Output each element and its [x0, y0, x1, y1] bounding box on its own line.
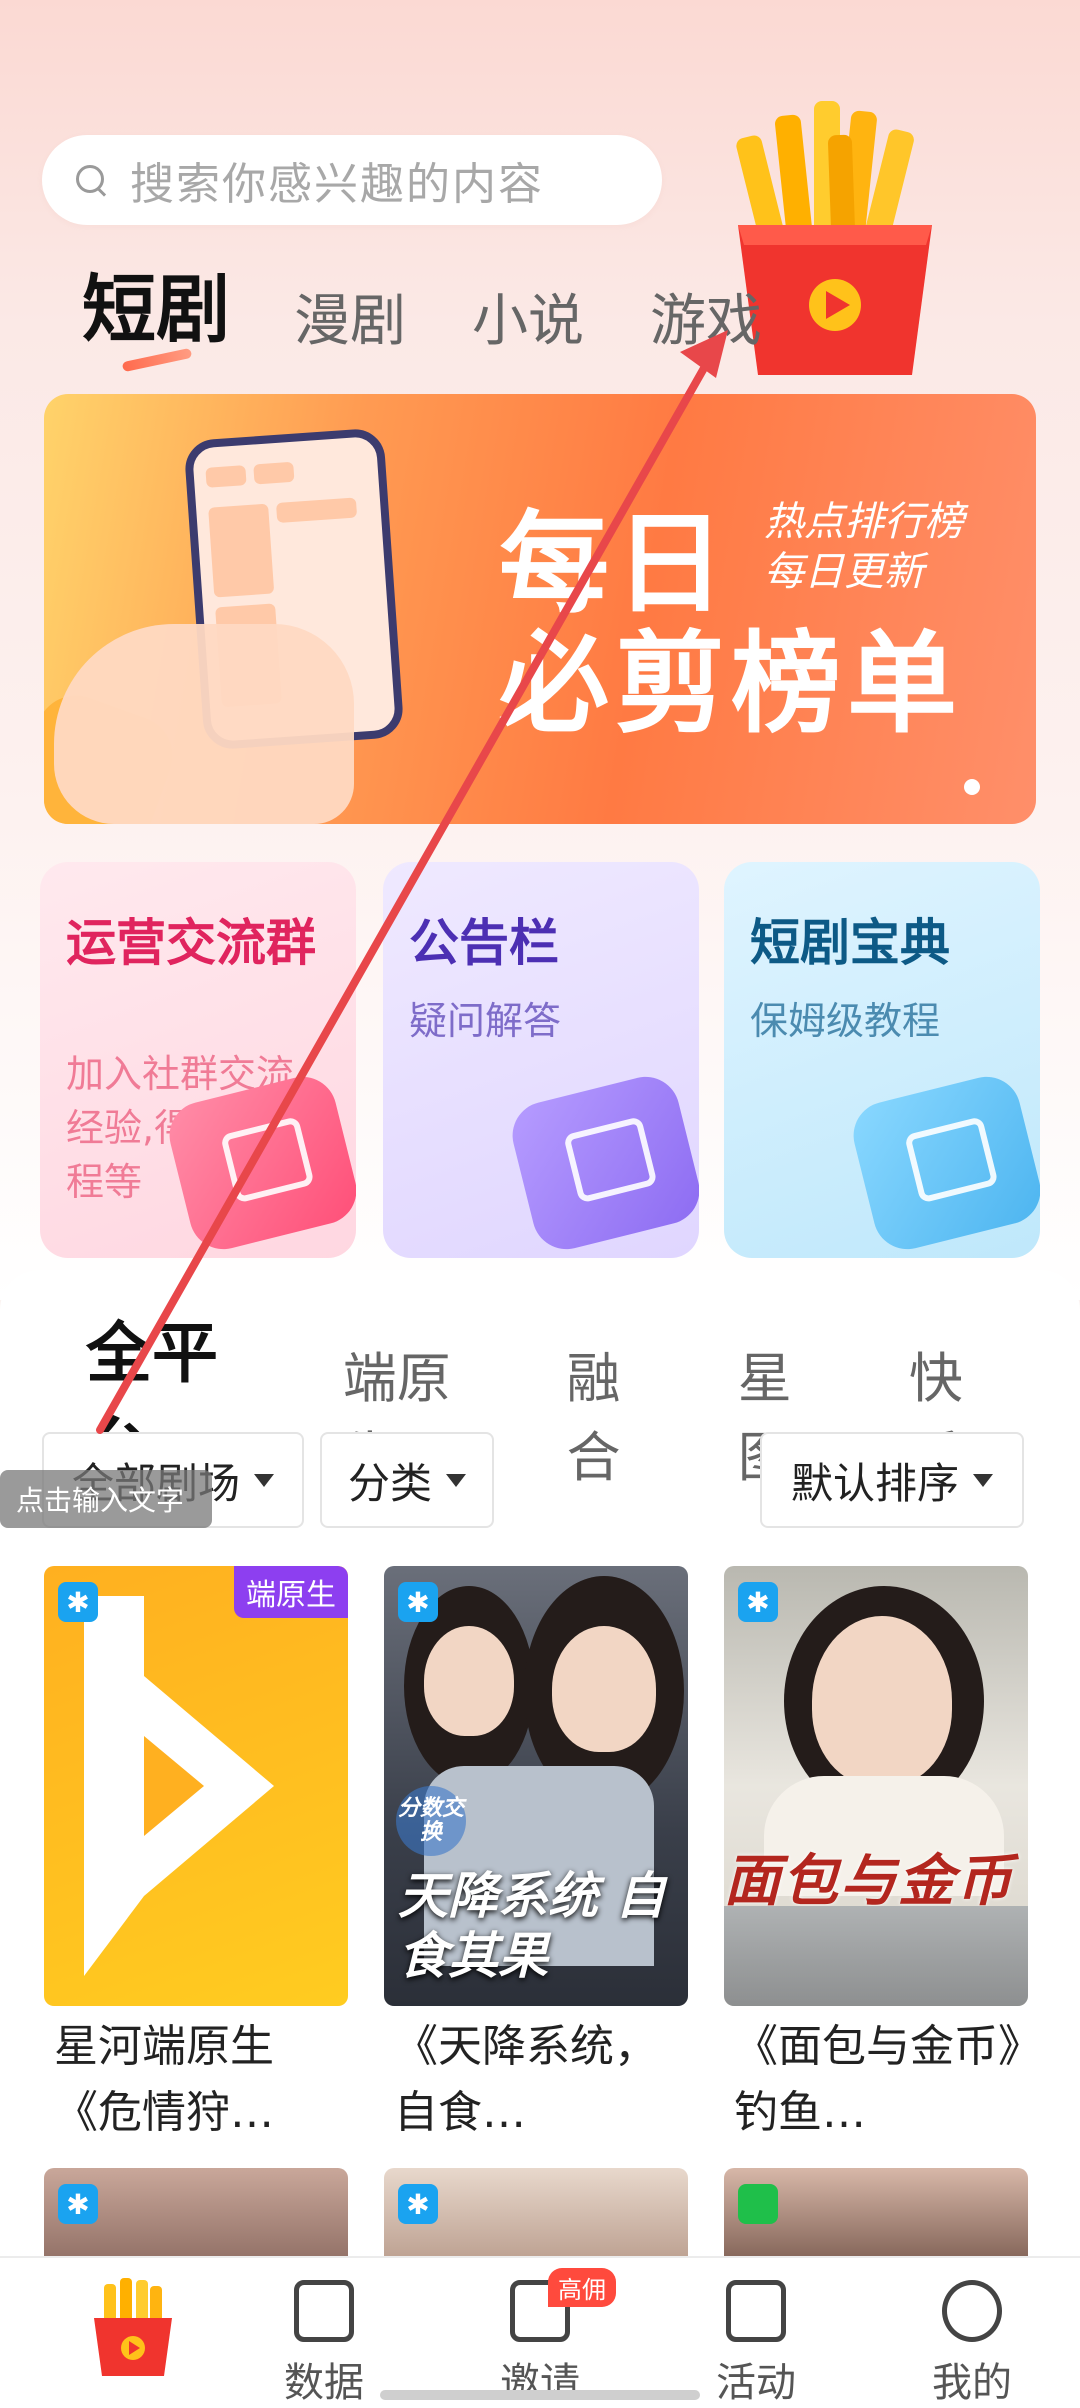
tab-label: 短剧: [82, 267, 230, 353]
card-subtitle: 疑问解答: [409, 999, 562, 1043]
tab-game[interactable]: 游戏: [650, 276, 762, 357]
poster-figure: [812, 1616, 952, 1786]
native-badge: 端原生: [234, 1566, 348, 1618]
nav-item-invite[interactable]: 高佣 邀请: [460, 2258, 620, 2408]
douyin-icon: ✱: [738, 1582, 778, 1622]
poster-figure: [724, 1906, 1028, 2006]
profile-icon: [942, 2280, 1002, 2342]
poster-title-text: 天降系统 自食其果: [398, 1867, 666, 1985]
drama-poster: ✱: [384, 2168, 688, 2268]
sort-dropdown[interactable]: 默认排序: [760, 1432, 1024, 1528]
activity-icon: [726, 2280, 786, 2342]
poster-title-text: 面包与金币: [724, 1849, 1014, 1914]
card-title: 公告栏: [409, 914, 559, 972]
drama-title: 《天降系统，自食…: [394, 2021, 658, 2138]
nav-item-activity[interactable]: 活动: [676, 2258, 836, 2408]
drama-card[interactable]: ✱: [44, 2168, 348, 2268]
drama-title: 星河端原生《危情狩…: [54, 2021, 274, 2138]
wechat-icon: [738, 2184, 778, 2224]
card-subtitle: 保姆级教程: [750, 999, 941, 1043]
bottom-navigation: 数据 高佣 邀请 活动 我的: [0, 2256, 1080, 2408]
chevron-down-icon: [973, 1473, 993, 1487]
tab-comic-drama[interactable]: 漫剧: [294, 276, 406, 357]
nav-label: 我的: [932, 2360, 1012, 2406]
tab-short-drama[interactable]: 短剧: [82, 250, 230, 373]
fries-home-icon: [94, 2278, 172, 2376]
nav-label: 数据: [284, 2360, 364, 2406]
phone-block: [208, 503, 275, 598]
input-hint-tooltip: 点击输入文字: [0, 1470, 212, 1528]
douyin-icon: ✱: [398, 2184, 438, 2224]
tab-label: 小说: [472, 289, 584, 354]
category-tabs: 短剧 漫剧 小说 游戏: [82, 250, 828, 373]
chevron-down-icon: [446, 1473, 466, 1487]
search-icon: [74, 163, 108, 197]
filter-label: 分类: [347, 1458, 432, 1508]
phone-block: [275, 497, 358, 524]
poster-tag: 分数交换: [396, 1786, 466, 1856]
nav-item-data[interactable]: 数据: [244, 2258, 404, 2408]
search-placeholder: 搜索你感兴趣的内容: [130, 159, 544, 210]
card-title: 运营交流群: [66, 914, 316, 972]
tab-fusion[interactable]: 融合: [567, 1334, 672, 1492]
chevron-down-icon: [254, 1473, 274, 1487]
tab-novel[interactable]: 小说: [472, 276, 584, 357]
drama-poster: ✱ 端原生: [44, 1566, 348, 2006]
douyin-icon: ✱: [58, 2184, 98, 2224]
phone-block: [205, 465, 247, 488]
tab-label: 漫剧: [294, 289, 406, 354]
bulletin-card[interactable]: 公告栏 疑问解答: [383, 862, 699, 1258]
drama-card[interactable]: [724, 2168, 1028, 2268]
drama-card[interactable]: 面包与金币 ✱ 《面包与金币》钓鱼…: [724, 1566, 1028, 2146]
drama-poster: 面包与金币 ✱: [724, 1566, 1028, 2006]
tab-label: 游戏: [650, 289, 762, 354]
daily-ranking-banner[interactable]: 每日 必剪榜单 热点排行榜 每日更新: [44, 394, 1036, 824]
drama-poster: ✱: [44, 2168, 348, 2268]
bulletin-icon: [505, 1069, 699, 1257]
play-logo-icon: [84, 1596, 274, 1976]
drama-card[interactable]: ✱: [384, 2168, 688, 2268]
category-filter-dropdown[interactable]: 分类: [320, 1432, 494, 1528]
banner-subtitle-line2: 每日更新: [764, 549, 924, 595]
tab-label: 融合: [566, 1347, 621, 1489]
nav-item-profile[interactable]: 我的: [892, 2258, 1052, 2408]
guidebook-card[interactable]: 短剧宝典 保姆级教程: [724, 862, 1040, 1258]
drama-title: 《面包与金币》钓鱼…: [734, 2021, 1020, 2138]
home-indicator: [380, 2390, 700, 2400]
banner-pagination-dot: [964, 779, 980, 795]
ops-group-card[interactable]: 运营交流群 加入社群交流经验,得培训课程等: [40, 862, 356, 1258]
drama-card[interactable]: 分数交换 天降系统 自食其果 ✱ 《天降系统，自食…: [384, 1566, 688, 2146]
poster-figure: [424, 1626, 514, 1736]
phone-block: [253, 461, 295, 485]
card-title: 短剧宝典: [750, 914, 950, 972]
filter-label: 默认排序: [790, 1458, 959, 1508]
data-icon: [294, 2280, 354, 2342]
drama-poster: 分数交换 天降系统 自食其果 ✱: [384, 1566, 688, 2006]
nav-item-home[interactable]: [28, 2258, 188, 2408]
douyin-icon: ✱: [398, 1582, 438, 1622]
douyin-icon: ✱: [58, 1582, 98, 1622]
banner-hand-illustration: [54, 624, 354, 824]
search-bar[interactable]: 搜索你感兴趣的内容: [42, 135, 662, 225]
banner-title-line2: 必剪榜单: [499, 620, 963, 748]
nav-label: 活动: [716, 2360, 796, 2406]
drama-poster: [724, 2168, 1028, 2268]
high-commission-badge: 高佣: [548, 2268, 616, 2307]
book-icon: [846, 1069, 1040, 1257]
poster-figure: [552, 1626, 656, 1752]
drama-card[interactable]: ✱ 端原生 星河端原生《危情狩…: [44, 1566, 348, 2146]
